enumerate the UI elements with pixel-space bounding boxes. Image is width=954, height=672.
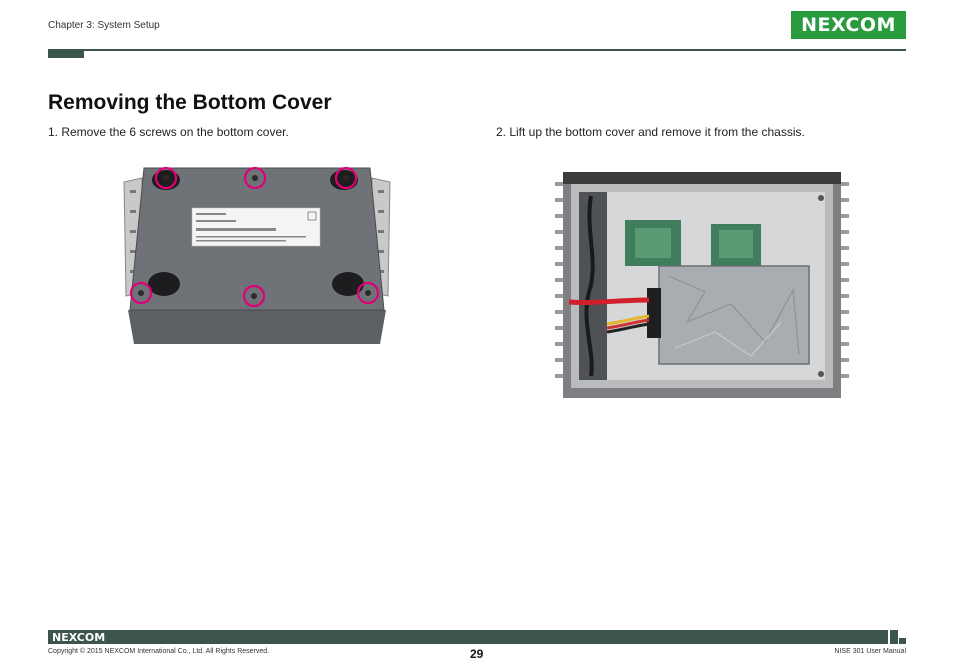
manual-title: NISE 301 User Manual — [834, 648, 906, 655]
page-number: 29 — [470, 647, 484, 661]
step-1-text: 1. Remove the 6 screws on the bottom cov… — [48, 125, 289, 139]
footer-square — [890, 630, 898, 638]
page-title: Removing the Bottom Cover — [48, 91, 332, 114]
header-accent-block — [48, 49, 84, 58]
footer-square — [899, 638, 906, 644]
logo-text: NEXCOM — [801, 14, 896, 36]
footer-square — [890, 638, 898, 644]
open-chassis-photo — [555, 172, 849, 398]
chapter-label: Chapter 3: System Setup — [48, 20, 160, 31]
footer-bar — [48, 630, 888, 644]
nexcom-logo: NEXCOM — [791, 11, 906, 39]
header-rule — [84, 49, 906, 51]
step-2-text: 2. Lift up the bottom cover and remove i… — [496, 125, 805, 139]
bottom-cover-photo — [123, 166, 391, 344]
copyright-text: Copyright © 2015 NEXCOM International Co… — [48, 648, 270, 655]
footer-logo: NEXCOM — [52, 630, 106, 644]
